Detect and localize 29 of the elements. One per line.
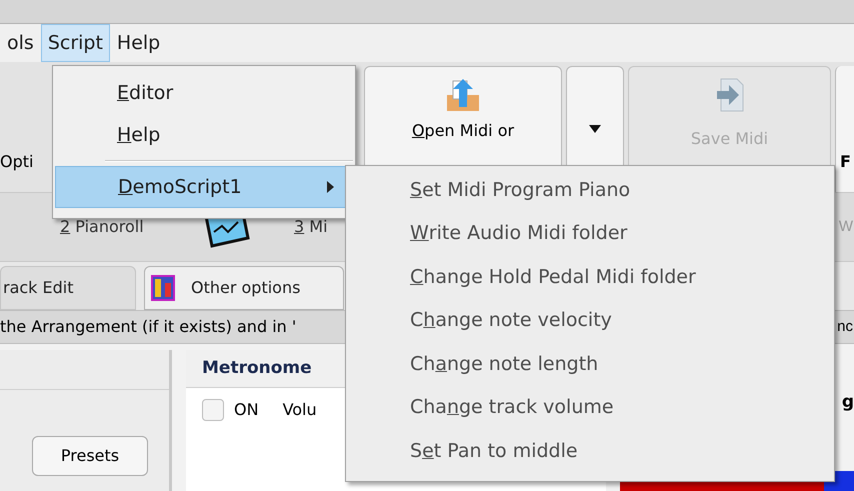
menu-item[interactable]: Change track volume [346, 386, 834, 429]
menu-item[interactable]: ols [0, 24, 41, 62]
menu-item[interactable]: Editor [55, 72, 353, 114]
menu-item[interactable]: Script [40, 24, 110, 62]
menu-item[interactable]: Change note velocity [346, 298, 834, 342]
options-tab[interactable]: Other options [144, 266, 344, 310]
view-tab[interactable]: 3 Mi [294, 215, 328, 239]
menu-item[interactable]: Change Hold Pedal Midi folder [346, 255, 834, 298]
menu-item[interactable]: Change note length [346, 342, 834, 386]
options-tab[interactable]: rack Edit [0, 266, 136, 310]
menu-item[interactable]: Help [55, 114, 353, 156]
submenu-arrow-icon [327, 181, 334, 193]
menu-item[interactable]: Set Pan to middle [346, 429, 834, 472]
toolbar-label: F [840, 151, 851, 173]
menu-item[interactable]: Help [110, 24, 168, 62]
panel-title: Metronome [202, 356, 312, 380]
info-text: nc [837, 316, 853, 337]
menu-item[interactable]: Write Audio Midi folder [346, 212, 834, 255]
presets-button[interactable]: Presets [32, 436, 148, 476]
info-text: the Arrangement (if it exists) and in ' [0, 316, 296, 338]
view-tab[interactable]: 2 Pianoroll [60, 215, 200, 239]
checkbox-label: ON [234, 399, 259, 421]
panel-title: g [842, 391, 854, 414]
toolbar-label: Opti [0, 151, 34, 173]
on-checkbox[interactable] [202, 399, 224, 421]
save-file-icon [714, 77, 744, 113]
caret-icon [589, 125, 601, 133]
tools-icon [151, 275, 175, 301]
volume-label: Volu [282, 399, 317, 421]
